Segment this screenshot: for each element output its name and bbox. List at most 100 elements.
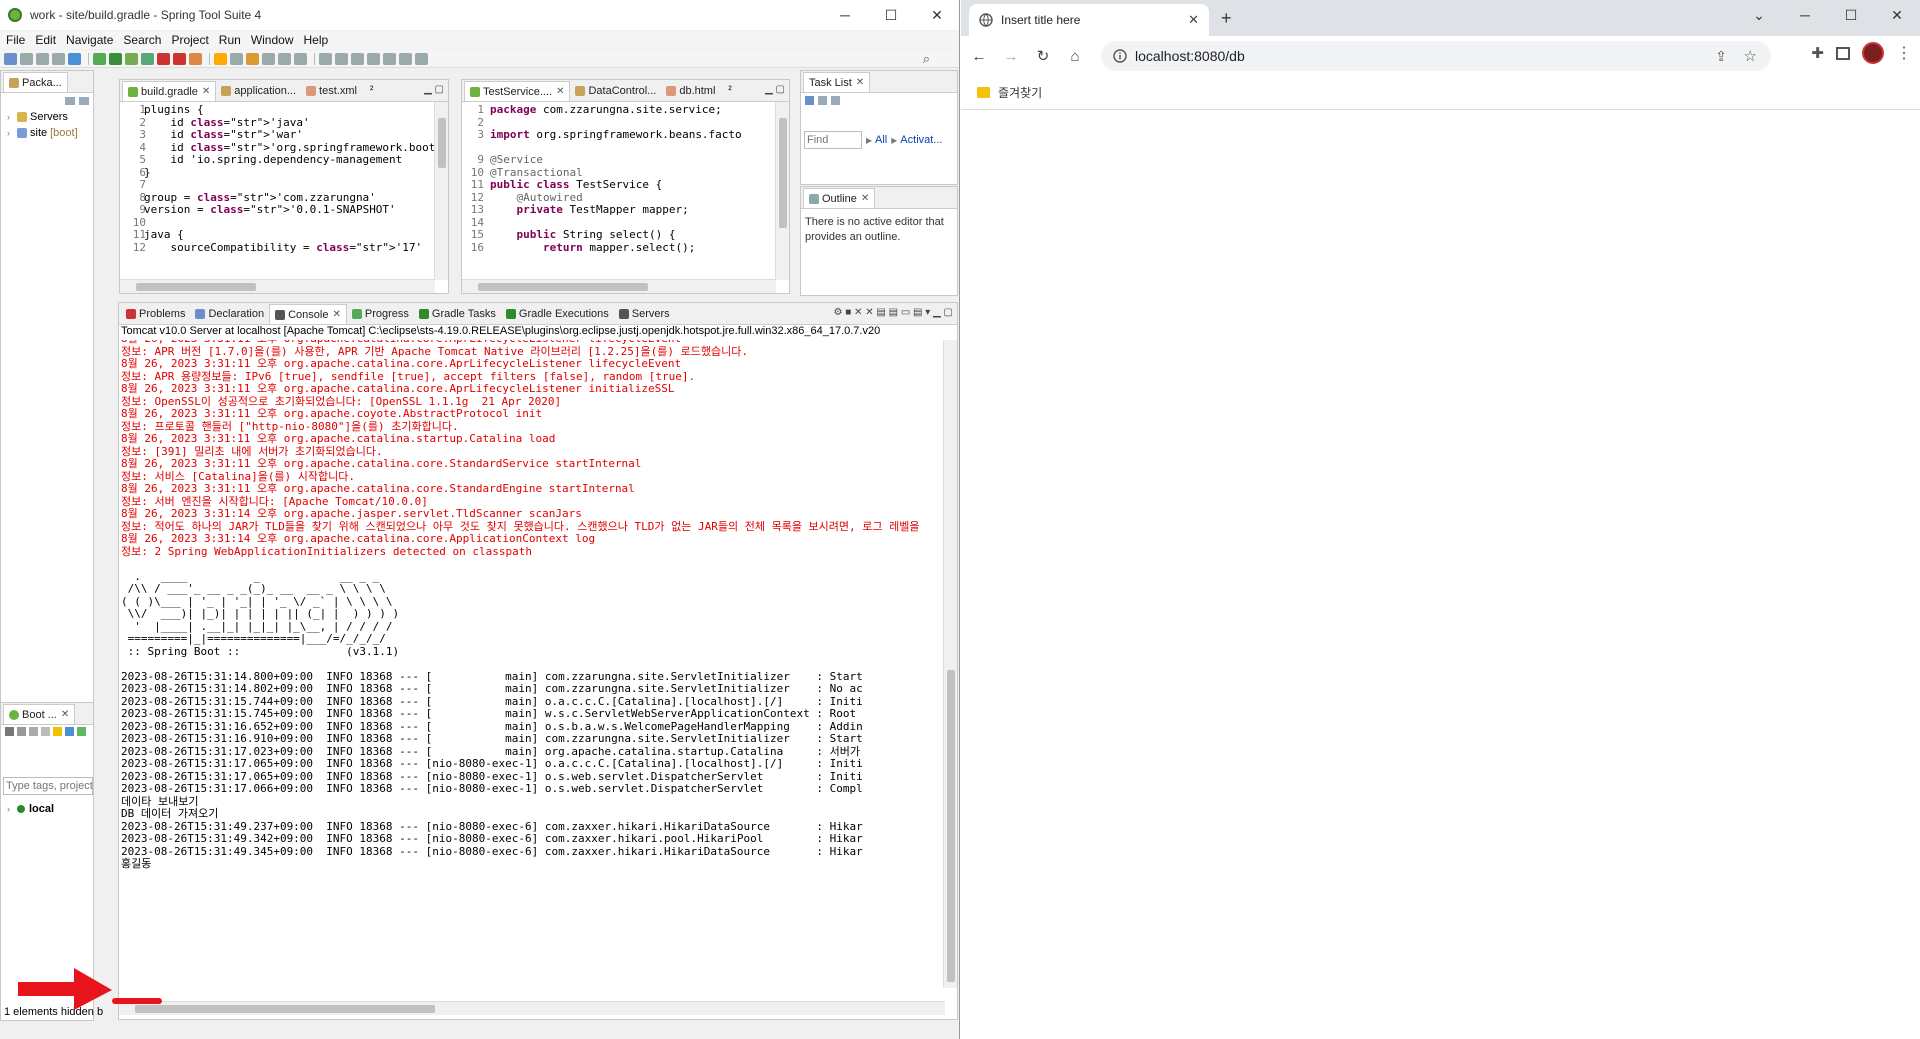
- new-task-icon[interactable]: [805, 95, 814, 105]
- tool-icon[interactable]: [5, 727, 14, 736]
- scroll-thumb[interactable]: [438, 118, 446, 168]
- menu-item[interactable]: Run: [219, 33, 241, 47]
- expand-arrow-icon[interactable]: ›: [7, 128, 17, 138]
- tool-icon[interactable]: [17, 727, 26, 736]
- tree-item-servers[interactable]: › Servers: [1, 109, 93, 125]
- horizontal-scrollbar[interactable]: [119, 1001, 945, 1015]
- all-link[interactable]: All: [875, 134, 887, 146]
- toolbar-button-icon[interactable]: [278, 52, 291, 65]
- editor-tab[interactable]: DataControl...: [570, 81, 661, 101]
- minimize-icon[interactable]: ─: [1782, 0, 1828, 30]
- close-icon[interactable]: ✕: [861, 193, 869, 204]
- close-icon[interactable]: ✕: [1874, 0, 1920, 30]
- menu-icon[interactable]: ⋮: [1896, 43, 1912, 63]
- link-editor-icon[interactable]: [79, 97, 89, 105]
- toolbar-button-icon[interactable]: [319, 52, 332, 65]
- share-icon[interactable]: ⇪: [1715, 48, 1727, 65]
- view-controls[interactable]: ▁ ▢: [765, 84, 785, 95]
- horizontal-scrollbar[interactable]: [462, 279, 776, 293]
- console-toolbar[interactable]: ⚙ ■ ✕ ✕ ▤ ▤ ▭ ▤ ▾ ▁ ▢: [834, 307, 954, 318]
- menu-item[interactable]: Help: [304, 33, 329, 47]
- console-tab[interactable]: Progress: [347, 304, 414, 324]
- vertical-scrollbar[interactable]: [775, 102, 789, 280]
- url-text[interactable]: localhost:8080/db: [1135, 48, 1245, 64]
- bulb-icon[interactable]: [53, 727, 62, 736]
- back-icon[interactable]: ←: [965, 42, 993, 70]
- toolbar-button-icon[interactable]: [141, 52, 154, 65]
- extensions-icon[interactable]: ✚: [1811, 44, 1824, 62]
- avatar[interactable]: [1862, 42, 1884, 64]
- menu-item[interactable]: Edit: [35, 33, 56, 47]
- task-find-input[interactable]: [804, 131, 862, 149]
- browser-tab[interactable]: Insert title here ✕: [969, 4, 1209, 36]
- toolbar-button-icon[interactable]: [109, 52, 122, 65]
- minimize-icon[interactable]: ─: [822, 0, 868, 30]
- toolbar-button-icon[interactable]: [415, 52, 428, 65]
- editor-tab[interactable]: db.html: [661, 81, 720, 101]
- editor-tab[interactable]: TestService.... ✕: [464, 81, 571, 101]
- side-panel-icon[interactable]: [1836, 46, 1850, 60]
- menu-item[interactable]: Window: [251, 33, 294, 47]
- overflow-indicator[interactable]: ²: [370, 85, 373, 96]
- bookmark-folder[interactable]: 즐겨찾기: [998, 84, 1042, 101]
- boot-filter-input[interactable]: [3, 777, 93, 795]
- tab-boot-dashboard[interactable]: Boot ... ✕: [3, 704, 76, 724]
- close-icon[interactable]: ✕: [856, 77, 864, 88]
- add-icon[interactable]: [77, 727, 86, 736]
- code-area[interactable]: plugins { id class="str">'java' id class…: [144, 103, 448, 254]
- sync-icon[interactable]: [831, 95, 840, 105]
- console-tab[interactable]: Gradle Tasks: [414, 304, 501, 324]
- toolbar-button-icon[interactable]: [68, 52, 81, 65]
- code-area[interactable]: package com.zzarungna.site.service; impor…: [490, 103, 742, 254]
- toolbar-button-icon[interactable]: [173, 52, 186, 65]
- scroll-thumb[interactable]: [478, 283, 648, 291]
- reload-icon[interactable]: ↻: [1029, 42, 1057, 70]
- console-tab[interactable]: Servers: [614, 304, 675, 324]
- toolbar-button-icon[interactable]: [367, 52, 380, 65]
- vertical-scrollbar[interactable]: [434, 102, 448, 280]
- toolbar-button-icon[interactable]: [189, 52, 202, 65]
- toolbar-button-icon[interactable]: [157, 52, 170, 65]
- console-tab[interactable]: Declaration: [190, 304, 269, 324]
- activate-link[interactable]: Activat...: [900, 134, 942, 146]
- toolbar-button-icon[interactable]: [294, 52, 307, 65]
- tree-item-site[interactable]: › site [boot]: [1, 125, 93, 141]
- scroll-thumb[interactable]: [947, 670, 955, 982]
- close-icon[interactable]: ✕: [556, 86, 564, 97]
- close-tab-icon[interactable]: ✕: [1188, 12, 1199, 28]
- new-tab-icon[interactable]: +: [1221, 8, 1232, 29]
- toolbar-button-icon[interactable]: [351, 52, 364, 65]
- forward-icon[interactable]: →: [997, 42, 1025, 70]
- toolbar-button-icon[interactable]: [125, 52, 138, 65]
- info-icon[interactable]: [1113, 49, 1127, 63]
- toolbar-button-icon[interactable]: [4, 52, 17, 65]
- toolbar-button-icon[interactable]: [399, 52, 412, 65]
- vertical-scrollbar[interactable]: [943, 340, 957, 988]
- close-icon[interactable]: ✕: [202, 86, 210, 97]
- console-output[interactable]: 8월 26, 2023 3:31:11 오후 org.apache.catali…: [119, 340, 941, 988]
- tool-icon[interactable]: [41, 727, 50, 736]
- overflow-indicator[interactable]: ²: [728, 85, 731, 96]
- toolbar-button-icon[interactable]: [246, 52, 259, 65]
- toolbar-button-icon[interactable]: [36, 52, 49, 65]
- toolbar-button-icon[interactable]: [214, 52, 227, 65]
- tree-item-local[interactable]: › local: [1, 801, 93, 817]
- console-tab[interactable]: Console ✕: [269, 304, 347, 324]
- collapse-all-icon[interactable]: [65, 97, 75, 105]
- editor-tab[interactable]: test.xml: [301, 81, 362, 101]
- toolbar-button-icon[interactable]: [230, 52, 243, 65]
- scroll-thumb[interactable]: [136, 283, 256, 291]
- toolbar-button-icon[interactable]: [20, 52, 33, 65]
- expand-arrow-icon[interactable]: ›: [7, 112, 17, 122]
- tab-outline[interactable]: Outline ✕: [803, 188, 876, 208]
- search-icon[interactable]: ⌕: [923, 51, 930, 67]
- star-icon[interactable]: ☆: [1744, 47, 1757, 65]
- home-icon[interactable]: ⌂: [1061, 42, 1089, 70]
- editor-tab[interactable]: build.gradle ✕: [122, 81, 217, 101]
- toolbar-button-icon[interactable]: [335, 52, 348, 65]
- toolbar-button-icon[interactable]: [52, 52, 65, 65]
- scroll-thumb[interactable]: [779, 118, 787, 228]
- expand-arrow-icon[interactable]: ›: [7, 804, 17, 814]
- close-icon[interactable]: ✕: [332, 309, 340, 320]
- filter-icon[interactable]: [818, 95, 827, 105]
